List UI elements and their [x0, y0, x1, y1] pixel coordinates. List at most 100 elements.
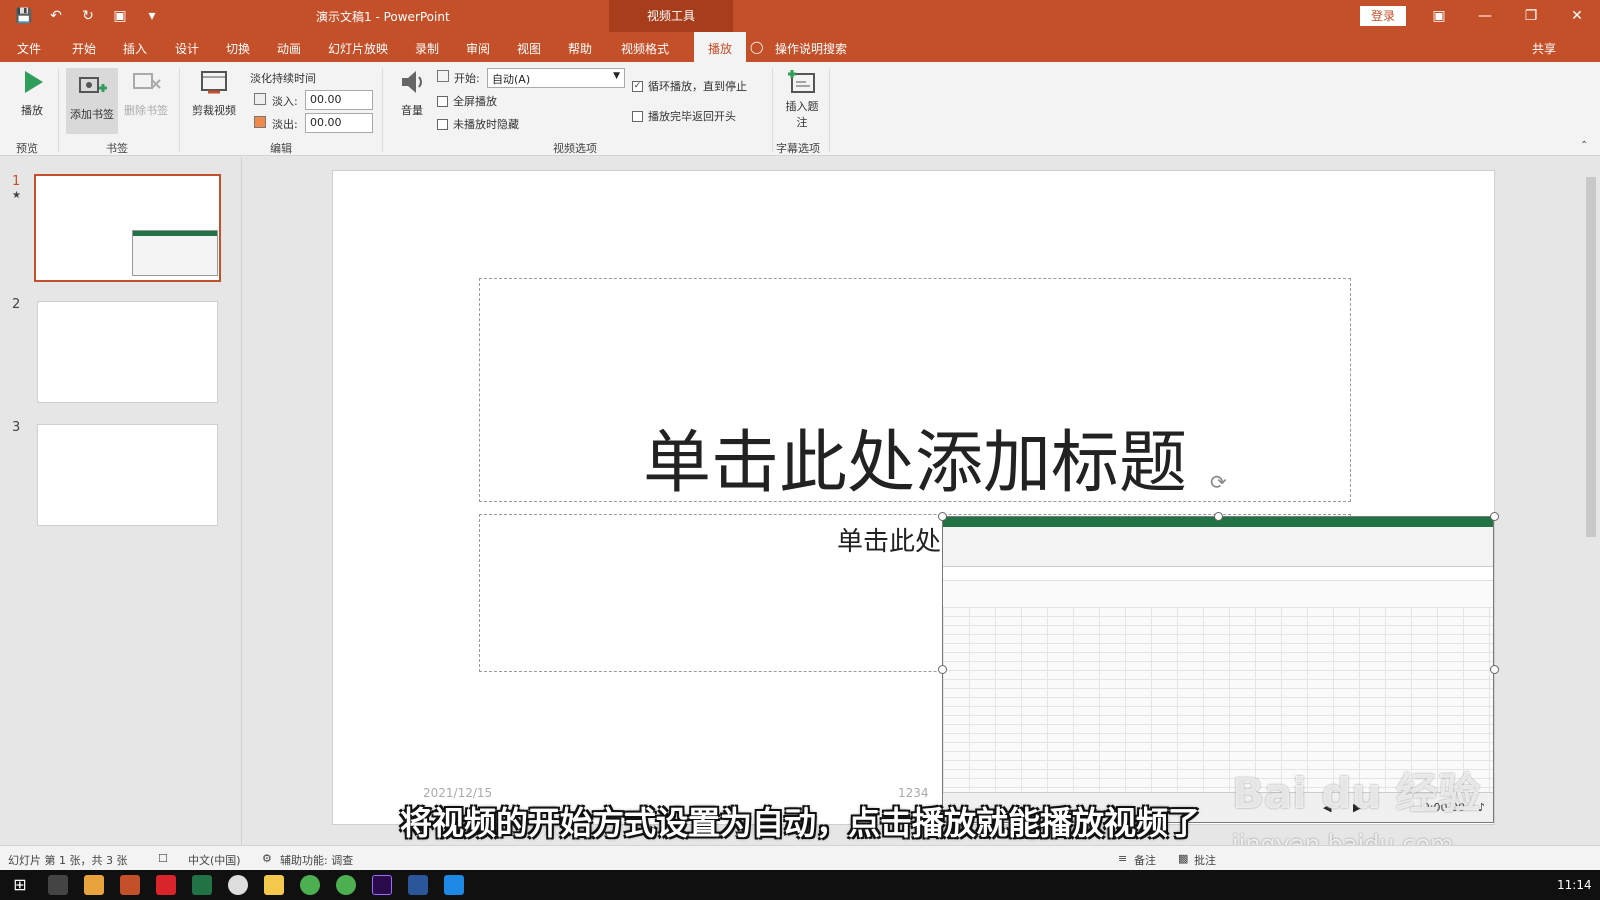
taskbar-app-icon[interactable]	[156, 875, 176, 895]
thumb-number: 2	[12, 297, 21, 312]
tab-video-format[interactable]: 视频格式	[621, 40, 669, 57]
taskbar-excel-icon[interactable]	[192, 875, 212, 895]
taskbar-explorer-icon[interactable]	[264, 875, 284, 895]
watermark-logo: Bai du 经验	[1232, 769, 1480, 818]
from-beginning-icon[interactable]: ▣	[110, 6, 130, 26]
rewind-checkbox[interactable]: 播放完毕返回开头	[632, 108, 736, 124]
remove-bookmark-button[interactable]: 删除书签	[120, 68, 172, 118]
fade-out-label: 淡出:	[272, 118, 298, 131]
document-title: 演示文稿1 - PowerPoint	[316, 10, 450, 24]
collapse-ribbon-icon[interactable]: ⌃	[1580, 140, 1588, 151]
resize-handle[interactable]	[938, 665, 947, 674]
notes-button[interactable]: 备注	[1134, 852, 1156, 868]
restore-icon[interactable]: ❐	[1516, 4, 1546, 28]
quick-access-toolbar: 💾 ↶ ↻ ▣ ▾	[14, 6, 162, 26]
context-group-label: 视频工具	[646, 9, 695, 23]
slide-thumbnail-1[interactable]	[34, 174, 221, 282]
resize-handle[interactable]	[1214, 512, 1223, 521]
tab-insert[interactable]: 插入	[123, 40, 147, 57]
thumb-number: 3	[12, 420, 21, 435]
play-button[interactable]: 播放	[14, 68, 50, 118]
windows-taskbar: ⊞ 11:14	[0, 870, 1600, 900]
resize-handle[interactable]	[938, 512, 947, 521]
tab-file[interactable]: 文件	[17, 40, 41, 57]
thumb-video-preview	[132, 230, 218, 276]
tab-home[interactable]: 开始	[72, 40, 96, 57]
start-label: 开始:	[454, 72, 480, 85]
add-bookmark-button[interactable]: 添加书签	[66, 68, 118, 134]
hide-not-playing-checkbox[interactable]: 未播放时隐藏	[437, 116, 519, 132]
language-indicator[interactable]: 中文(中国)	[188, 852, 241, 868]
close-icon[interactable]: ✕	[1562, 4, 1592, 28]
spellcheck-icon[interactable]: ☐	[158, 852, 168, 865]
taskbar-chrome-icon[interactable]	[300, 875, 320, 895]
fullscreen-checkbox[interactable]: 全屏播放	[437, 93, 497, 109]
insert-caption-button[interactable]: 插入题 注	[780, 68, 824, 130]
rotate-handle-icon[interactable]: ⟳	[1210, 470, 1227, 494]
save-icon[interactable]: 💾	[14, 6, 34, 26]
fade-in-spinner[interactable]: 00.00	[305, 90, 373, 110]
group-label-editing: 编辑	[270, 142, 292, 155]
scrollbar-thumb[interactable]	[1586, 177, 1596, 537]
login-button[interactable]: 登录	[1360, 6, 1406, 26]
check-icon: ✓	[632, 80, 643, 92]
taskbar-folder-icon[interactable]	[84, 875, 104, 895]
ribbon-playback: 播放 添加书签 删除书签 剪裁视频 淡化持续时间 淡入: 00.00 淡出: 0…	[0, 62, 1600, 156]
status-bar: 幻灯片 第 1 张，共 3 张 ☐ 中文(中国) ⚙ 辅助功能: 调查 ≡ 备注…	[0, 845, 1600, 870]
tab-slideshow[interactable]: 幻灯片放映	[328, 40, 388, 57]
taskbar-powerpoint-icon[interactable]	[120, 875, 140, 895]
ribbon-tabs: 文件 开始 插入 设计 切换 动画 幻灯片放映 录制 审阅 视图 帮助 视频格式…	[0, 32, 1600, 62]
title-placeholder[interactable]: 单击此处添加标题	[479, 278, 1351, 503]
tab-record[interactable]: 录制	[415, 40, 439, 57]
vertical-scrollbar[interactable]	[1582, 157, 1600, 845]
remove-bookmark-icon	[133, 73, 161, 89]
animation-star-icon: ★	[12, 190, 21, 201]
taskbar-word-icon[interactable]	[408, 875, 428, 895]
taskbar-app-icon[interactable]	[444, 875, 464, 895]
minimize-icon[interactable]: —	[1470, 4, 1500, 28]
tell-me-search[interactable]: 操作说明搜索	[775, 40, 847, 57]
redo-icon[interactable]: ↻	[78, 6, 98, 26]
group-label-caption-options: 字幕选项	[776, 142, 820, 155]
share-button[interactable]: 共享	[1532, 40, 1556, 57]
tab-animations[interactable]: 动画	[277, 40, 301, 57]
resize-handle[interactable]	[1490, 512, 1499, 521]
comments-button[interactable]: 批注	[1194, 852, 1216, 868]
tab-view[interactable]: 视图	[517, 40, 541, 57]
taskbar-app-icon[interactable]	[228, 875, 248, 895]
tab-transitions[interactable]: 切换	[226, 40, 250, 57]
customize-qat-icon[interactable]: ▾	[142, 6, 162, 26]
trim-video-button[interactable]: 剪裁视频	[188, 68, 240, 118]
taskbar-clock: 11:14	[1557, 878, 1592, 892]
fade-in-label: 淡入:	[272, 95, 298, 108]
windows-start-icon[interactable]: ⊞	[10, 875, 30, 895]
accessibility-status[interactable]: 辅助功能: 调查	[280, 852, 353, 868]
video-frame-formula-bar	[943, 567, 1493, 581]
group-label-bookmarks: 书签	[106, 142, 128, 155]
trim-video-icon	[201, 71, 227, 94]
video-frame-ribbon	[943, 527, 1493, 567]
resize-handle[interactable]	[1490, 665, 1499, 674]
loop-checkbox[interactable]: ✓ 循环播放，直到停止	[632, 78, 747, 94]
play-icon	[25, 71, 43, 93]
volume-button[interactable]: 音量	[392, 68, 432, 118]
taskbar-premiere-icon[interactable]	[372, 875, 392, 895]
slide-thumbnail-2[interactable]	[37, 301, 218, 403]
tab-playback[interactable]: 播放	[694, 32, 747, 62]
slide-thumbnail-3[interactable]	[37, 424, 218, 526]
tab-help[interactable]: 帮助	[568, 40, 592, 57]
ribbon-display-icon[interactable]: ▣	[1424, 4, 1454, 28]
fade-duration-label: 淡化持续时间	[250, 72, 316, 85]
thumb-number: 1	[12, 174, 21, 189]
tab-review[interactable]: 审阅	[466, 40, 490, 57]
accessibility-icon: ⚙	[262, 852, 272, 865]
taskbar-chrome-icon[interactable]	[336, 875, 356, 895]
chevron-down-icon: ▼	[613, 71, 620, 81]
start-icon	[437, 70, 449, 82]
taskbar-app-icon[interactable]	[48, 875, 68, 895]
start-dropdown[interactable]: 自动(A) ▼	[487, 68, 625, 88]
tab-design[interactable]: 设计	[175, 40, 199, 57]
lightbulb-icon[interactable]: ◯	[750, 40, 763, 54]
undo-icon[interactable]: ↶	[46, 6, 66, 26]
fade-out-spinner[interactable]: 00.00	[305, 113, 373, 133]
